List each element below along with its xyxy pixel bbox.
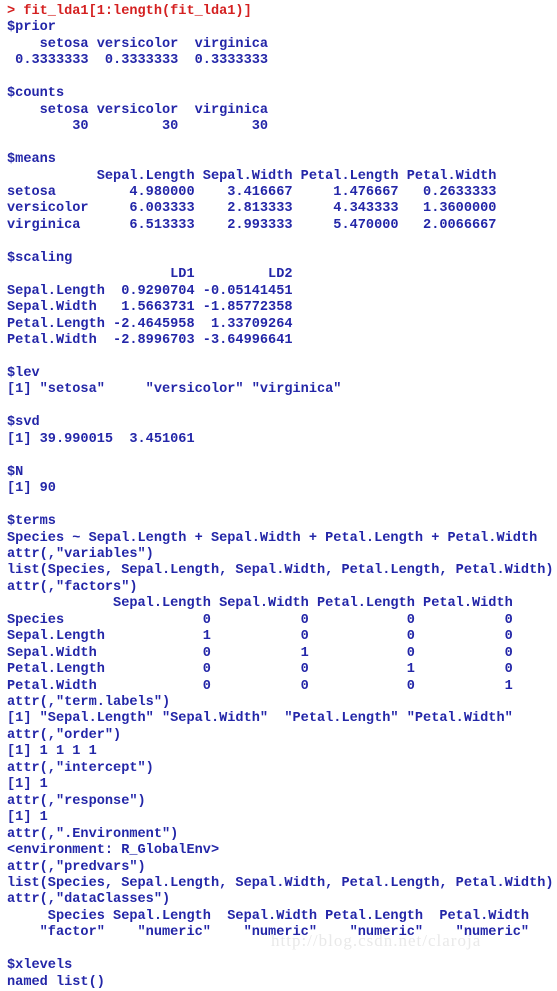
console-output-line: $scaling: [7, 250, 73, 266]
console-output-line: Sepal.Width 1.5663731 -1.85772358: [7, 300, 293, 316]
console-output-line: [1] "setosa" "versicolor" "virginica": [7, 382, 350, 398]
console-output-line: $means: [7, 152, 56, 168]
console-output-line: $lev: [7, 365, 40, 381]
console-output-line: virginica 6.513333 2.993333 5.470000 2.0…: [7, 217, 497, 233]
console-output-line: list(Species, Sepal.Length, Sepal.Width,…: [7, 563, 554, 579]
console-output-line: [1] "Sepal.Length" "Sepal.Width" "Petal.…: [7, 711, 521, 727]
console-output-line: attr(,"variables"): [7, 546, 154, 562]
console-output-line: Sepal.Length Sepal.Width Petal.Length Pe…: [7, 168, 497, 184]
console-output-line: $prior: [7, 20, 56, 36]
console-output-line: named list(): [7, 974, 105, 990]
console-output-line: versicolor 6.003333 2.813333 4.343333 1.…: [7, 201, 497, 217]
console-output-line: 0.3333333 0.3333333 0.3333333: [7, 53, 277, 69]
console-output-line: setosa versicolor virginica: [7, 102, 277, 118]
console-output-line: attr(,"intercept"): [7, 760, 154, 776]
console-output-line: list(Species, Sepal.Length, Sepal.Width,…: [7, 876, 554, 892]
console-output-line: setosa versicolor virginica: [7, 36, 277, 52]
console-output-line: attr(,"order"): [7, 727, 122, 743]
console-output-line: [1] 1: [7, 777, 48, 793]
console-output-line: setosa 4.980000 3.416667 1.476667 0.2633…: [7, 184, 497, 200]
console-output-line: attr(,"response"): [7, 793, 146, 809]
console-prompt-line: > fit_lda1[1:length(fit_lda1)]: [7, 4, 252, 19]
console-output-line: Species ~ Sepal.Length + Sepal.Width + P…: [7, 530, 538, 546]
r-console-output[interactable]: > fit_lda1[1:length(fit_lda1)] $prior set…: [0, 0, 557, 991]
console-output-line: $terms: [7, 514, 56, 530]
console-output-line: [1] 1 1 1 1: [7, 744, 97, 760]
console-output-line: Sepal.Length 1 0 0 0: [7, 629, 513, 645]
console-output-line: [1] 39.990015 3.451061: [7, 431, 195, 447]
console-output-line: Petal.Width -2.8996703 -3.64996641: [7, 333, 293, 349]
console-output-line: Species 0 0 0 0: [7, 612, 513, 628]
console-output-line: [1] 1: [7, 810, 48, 826]
console-output-line: attr(,".Environment"): [7, 826, 179, 842]
console-output-line: Sepal.Length Sepal.Width Petal.Length Pe…: [7, 596, 513, 612]
console-output-line: Sepal.Width 0 1 0 0: [7, 645, 513, 661]
console-output-line: [1] 90: [7, 481, 56, 497]
console-output-line: attr(,"factors"): [7, 579, 138, 595]
console-output-line: $N: [7, 464, 24, 480]
console-output-line: attr(,"predvars"): [7, 859, 146, 875]
console-output-line: Sepal.Length 0.9290704 -0.05141451: [7, 283, 293, 299]
console-output-line: Petal.Length -2.4645958 1.33709264: [7, 316, 293, 332]
console-output-line: "factor" "numeric" "numeric" "numeric" "…: [7, 925, 538, 941]
console-output-line: LD1 LD2: [7, 267, 293, 283]
console-output-line: attr(,"term.labels"): [7, 695, 171, 711]
console-output-line: $counts: [7, 86, 65, 102]
console-output-line: $svd: [7, 415, 40, 431]
console-output-line: attr(,"dataClasses"): [7, 892, 171, 908]
console-output-line: Petal.Width 0 0 0 1: [7, 678, 513, 694]
console-output-line: 30 30 30: [7, 119, 277, 135]
console-output-line: <environment: R_GlobalEnv>: [7, 843, 220, 859]
console-output-line: Petal.Length 0 0 1 0: [7, 662, 513, 678]
console-output-line: Species Sepal.Length Sepal.Width Petal.L…: [7, 908, 538, 924]
